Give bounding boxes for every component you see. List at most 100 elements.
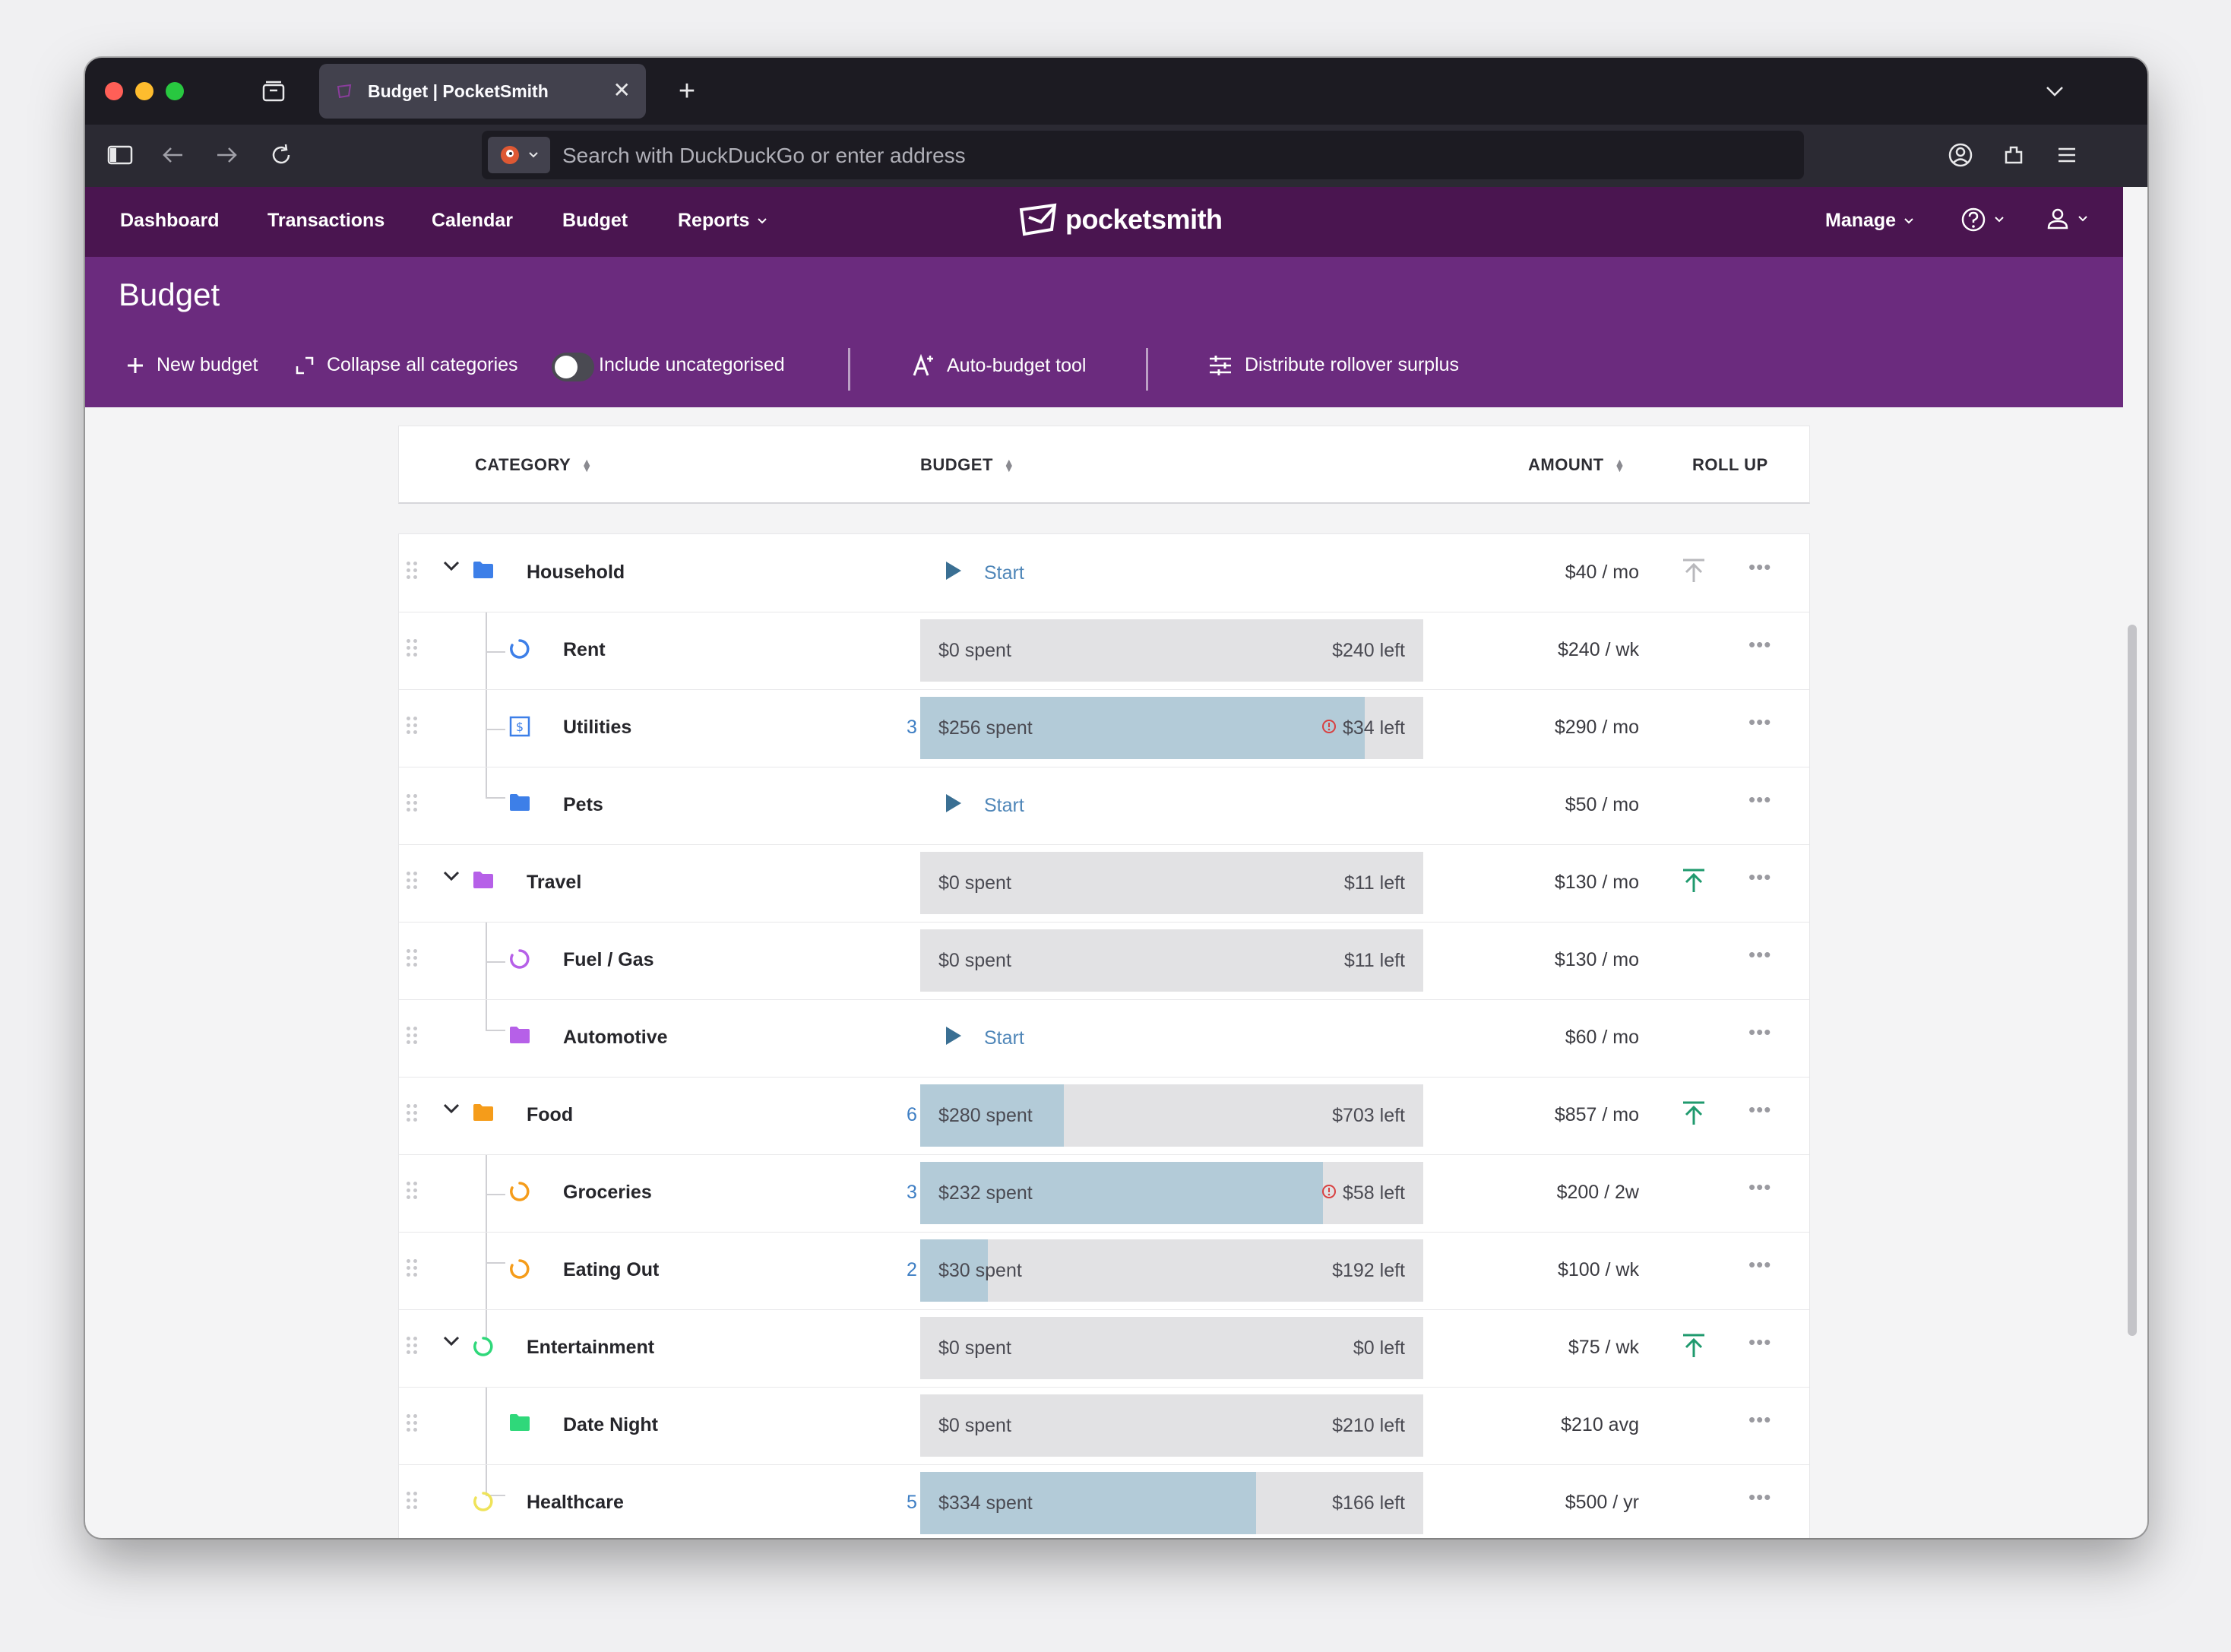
close-tab-icon[interactable]: ✕ [613, 78, 631, 103]
active-tab[interactable]: Budget | PocketSmith ✕ [319, 64, 646, 119]
list-tabs-icon[interactable] [2041, 78, 2068, 105]
reload-icon[interactable] [266, 141, 296, 169]
budget-progress-bar[interactable]: $256 spent $34 left [920, 697, 1423, 759]
more-options-icon[interactable]: ••• [1748, 788, 1771, 812]
category-name[interactable]: Pets [563, 794, 603, 816]
address-bar[interactable]: Search with DuckDuckGo or enter address [482, 131, 1804, 179]
drag-handle-icon[interactable] [407, 1492, 417, 1509]
budget-progress-bar[interactable]: $30 spent $192 left [920, 1239, 1423, 1302]
pocketsmith-logo[interactable]: pocketsmith [1018, 202, 1223, 237]
nav-dashboard[interactable]: Dashboard [120, 210, 220, 232]
more-options-icon[interactable]: ••• [1748, 866, 1771, 889]
transaction-count[interactable]: 3 [907, 717, 917, 739]
start-budget-button[interactable]: Start [945, 1025, 1024, 1052]
drag-handle-icon[interactable] [407, 1337, 417, 1354]
extensions-icon[interactable] [1998, 141, 2029, 169]
start-budget-button[interactable]: Start [945, 793, 1024, 819]
account-icon[interactable] [1945, 141, 1976, 169]
more-options-icon[interactable]: ••• [1748, 633, 1771, 657]
transaction-count[interactable]: 5 [907, 1492, 917, 1514]
budget-amount[interactable]: $290 / mo [1555, 717, 1639, 739]
budget-amount[interactable]: $40 / mo [1565, 562, 1639, 584]
budget-amount[interactable]: $500 / yr [1565, 1492, 1639, 1514]
start-budget-button[interactable]: Start [945, 560, 1024, 587]
budget-amount[interactable]: $130 / mo [1555, 949, 1639, 971]
budget-column-header[interactable]: BUDGET ▲ ▼ [920, 455, 1014, 475]
budget-progress-bar[interactable]: $0 spent $11 left [920, 929, 1423, 992]
budget-amount[interactable]: $75 / wk [1568, 1337, 1639, 1359]
budget-amount[interactable]: $130 / mo [1555, 872, 1639, 894]
drag-handle-icon[interactable] [407, 872, 417, 889]
category-name[interactable]: Date Night [563, 1414, 658, 1436]
category-name[interactable]: Entertainment [527, 1337, 654, 1359]
minimize-window-button[interactable] [135, 82, 153, 100]
more-options-icon[interactable]: ••• [1748, 1408, 1771, 1432]
transaction-count[interactable]: 3 [907, 1182, 917, 1204]
drag-handle-icon[interactable] [407, 1414, 417, 1432]
budget-progress-bar[interactable]: $0 spent $210 left [920, 1394, 1423, 1457]
more-options-icon[interactable]: ••• [1748, 1253, 1771, 1277]
budget-amount[interactable]: $200 / 2w [1557, 1182, 1639, 1204]
more-options-icon[interactable]: ••• [1748, 710, 1771, 734]
manage-menu[interactable]: Manage [1825, 210, 1914, 232]
category-name[interactable]: Automotive [563, 1027, 668, 1049]
tab-overview-icon[interactable] [260, 78, 287, 105]
back-icon[interactable] [158, 141, 188, 169]
drag-handle-icon[interactable] [407, 639, 417, 657]
nav-calendar[interactable]: Calendar [432, 210, 513, 232]
transaction-count[interactable]: 6 [907, 1104, 917, 1126]
budget-progress-bar[interactable]: $0 spent $0 left [920, 1317, 1423, 1379]
budget-progress-bar[interactable]: $232 spent $58 left [920, 1162, 1423, 1224]
help-menu[interactable] [1960, 207, 2005, 233]
budget-progress-bar[interactable]: $0 spent $240 left [920, 619, 1423, 682]
category-name[interactable]: Fuel / Gas [563, 949, 653, 971]
auto-budget-button[interactable]: Auto-budget tool [912, 354, 1086, 377]
budget-amount[interactable]: $857 / mo [1555, 1104, 1639, 1126]
drag-handle-icon[interactable] [407, 1259, 417, 1277]
transaction-count[interactable]: 2 [907, 1259, 917, 1281]
drag-handle-icon[interactable] [407, 1027, 417, 1044]
category-name[interactable]: Household [527, 562, 625, 584]
category-name[interactable]: Groceries [563, 1182, 652, 1204]
maximize-window-button[interactable] [166, 82, 184, 100]
search-engine-button[interactable] [488, 137, 550, 173]
drag-handle-icon[interactable] [407, 562, 417, 579]
user-menu[interactable] [2046, 207, 2088, 231]
more-options-icon[interactable]: ••• [1748, 555, 1771, 579]
category-column-header[interactable]: CATEGORY ▲ ▼ [475, 455, 593, 475]
include-uncategorised-toggle[interactable] [552, 353, 594, 381]
rollup-icon[interactable] [1680, 1100, 1707, 1131]
rollup-icon[interactable] [1680, 867, 1707, 898]
amount-column-header[interactable]: AMOUNT ▲ ▼ [1528, 455, 1625, 475]
drag-handle-icon[interactable] [407, 1182, 417, 1199]
rollup-icon[interactable] [1680, 557, 1707, 588]
drag-handle-icon[interactable] [407, 717, 417, 734]
menu-icon[interactable] [2052, 141, 2082, 169]
new-budget-button[interactable]: New budget [126, 354, 258, 376]
category-name[interactable]: Eating Out [563, 1259, 659, 1281]
sidebar-icon[interactable] [105, 141, 135, 169]
nav-budget[interactable]: Budget [562, 210, 628, 232]
budget-amount[interactable]: $100 / wk [1558, 1259, 1639, 1281]
drag-handle-icon[interactable] [407, 1104, 417, 1122]
close-window-button[interactable] [105, 82, 123, 100]
budget-amount[interactable]: $240 / wk [1558, 639, 1639, 661]
drag-handle-icon[interactable] [407, 794, 417, 812]
expand-chevron-icon[interactable] [441, 1101, 461, 1120]
expand-chevron-icon[interactable] [441, 559, 461, 578]
nav-transactions[interactable]: Transactions [267, 210, 384, 232]
drag-handle-icon[interactable] [407, 949, 417, 967]
budget-progress-bar[interactable]: $280 spent $703 left [920, 1084, 1423, 1147]
nav-reports[interactable]: Reports [678, 210, 767, 232]
budget-amount[interactable]: $50 / mo [1565, 794, 1639, 816]
budget-progress-bar[interactable]: $334 spent $166 left [920, 1472, 1423, 1534]
page-scrollbar[interactable] [2128, 625, 2137, 1336]
more-options-icon[interactable]: ••• [1748, 943, 1771, 967]
forward-icon[interactable] [211, 141, 242, 169]
category-name[interactable]: Rent [563, 639, 606, 661]
rollup-icon[interactable] [1680, 1332, 1707, 1363]
budget-amount[interactable]: $60 / mo [1565, 1027, 1639, 1049]
more-options-icon[interactable]: ••• [1748, 1021, 1771, 1044]
budget-amount[interactable]: $210 avg [1561, 1414, 1639, 1436]
category-name[interactable]: Food [527, 1104, 573, 1126]
